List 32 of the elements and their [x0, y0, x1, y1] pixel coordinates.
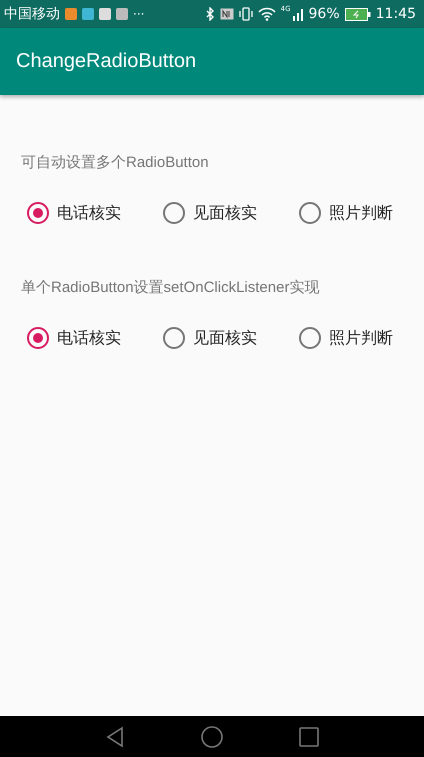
- clock-time: 11:45: [376, 6, 416, 22]
- radio-button[interactable]: [163, 202, 185, 224]
- home-icon[interactable]: [200, 724, 224, 748]
- vibrate-icon: [238, 7, 253, 21]
- radio-option[interactable]: 电话核实: [27, 327, 163, 349]
- radio-button[interactable]: [163, 327, 185, 349]
- battery-icon: [344, 8, 371, 20]
- app-notification-icon: [82, 8, 94, 20]
- radio-option[interactable]: 照片判断: [299, 327, 424, 349]
- recent-apps-icon[interactable]: [299, 726, 319, 746]
- bluetooth-icon: [204, 7, 215, 21]
- radio-option[interactable]: 照片判断: [299, 202, 424, 224]
- carrier-name: 中国移动: [4, 5, 60, 23]
- nfc-icon: [220, 8, 234, 20]
- radio-button[interactable]: [299, 202, 321, 224]
- radio-button[interactable]: [27, 202, 49, 224]
- app-notification-icon: [116, 8, 128, 20]
- section-label: 单个RadioButton设置setOnClickListener实现: [21, 278, 320, 297]
- section-label: 可自动设置多个RadioButton: [21, 153, 210, 172]
- app-title: ChangeRadioButton: [16, 50, 196, 73]
- more-notifications: ···: [133, 7, 144, 21]
- radio-option[interactable]: 见面核实: [163, 327, 299, 349]
- radio-option[interactable]: 见面核实: [163, 202, 299, 224]
- app-notification-icon: [99, 8, 111, 20]
- radio-option[interactable]: 电话核实: [27, 202, 163, 224]
- radio-button[interactable]: [299, 327, 321, 349]
- back-icon[interactable]: [105, 726, 125, 748]
- battery-percent: 96%: [308, 6, 340, 22]
- wifi-icon: [258, 7, 276, 21]
- signal-icon: [292, 8, 304, 20]
- radio-button[interactable]: [27, 327, 49, 349]
- app-notification-icon: [65, 8, 77, 20]
